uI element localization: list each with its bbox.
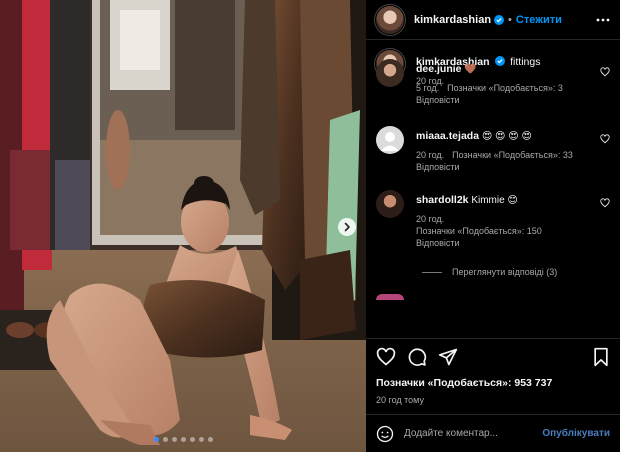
comment-text: 🤎 [464,64,477,75]
chevron-right-icon [344,222,350,232]
reply-button[interactable]: Відповісти [416,95,460,105]
comment-text: Kimmie 😊 [471,195,518,206]
comment-likes[interactable]: Позначки «Подобається»: 3 [447,83,563,93]
author-avatar[interactable] [376,5,404,34]
view-replies-button[interactable]: Переглянути відповіді (3) [422,267,557,277]
comment-meta: 20 год. Позначки «Подобається»: 33 Відпов… [416,149,590,173]
header-separator: • [508,13,512,26]
default-avatar-icon [381,132,399,151]
emoji-icon[interactable] [376,425,394,443]
reply-button[interactable]: Відповісти [416,238,460,248]
post-header: kimkardashian • Стежити [366,0,620,40]
post-actions: Позначки «Подобається»: 953 737 20 год т… [366,338,620,405]
carousel-dot [207,437,213,442]
comment-input[interactable] [404,428,543,439]
comment-time: 20 год. [416,214,445,224]
next-commenter-avatar [376,294,404,300]
heart-icon[interactable] [600,134,610,144]
carousel-dot [171,437,177,442]
publish-button[interactable]: Опублікувати [542,428,610,439]
post-timestamp: 20 год тому [376,395,424,405]
comment-icon[interactable] [407,347,427,367]
follow-button[interactable]: Стежити [516,14,562,26]
comment-likes[interactable]: Позначки «Подобається»: 150 [416,226,542,236]
likes-count[interactable]: Позначки «Подобається»: 953 737 [376,377,610,389]
carousel-dot [189,437,195,442]
comment-line: dee.junie 🤎 [416,63,590,76]
comment-line: shardoll2k Kimmie 😊 [416,194,590,207]
more-icon[interactable] [596,13,610,27]
heart-icon[interactable] [600,67,610,77]
replies-divider [422,271,442,273]
carousel-indicator [0,437,366,442]
commenter-avatar[interactable] [376,190,404,218]
comment-body: dee.junie 🤎 5 год. Позначки «Подобається»… [416,59,610,106]
post-details-panel: kimkardashian • Стежити kimkardashian fi… [366,0,620,452]
comment-likes[interactable]: Позначки «Подобається»: 33 [452,150,573,160]
author-username[interactable]: kimkardashian [414,14,491,26]
comment-meta: 5 год. Позначки «Подобається»: 3 Відповіс… [416,82,590,106]
commenter-avatar[interactable] [376,59,404,87]
heart-icon[interactable] [376,347,396,367]
share-icon[interactable] [438,347,458,367]
comment-username[interactable]: dee.junie [416,63,462,75]
next-slide-button[interactable] [338,218,356,236]
bookmark-icon[interactable] [592,347,610,367]
comment-line: miaaa.tejada 😍 😍 😍 😍 [416,130,590,143]
heart-icon[interactable] [600,198,610,208]
commenter-avatar[interactable] [376,126,404,154]
comment-time: 5 год. [416,83,440,93]
photo-illustration [0,0,366,452]
comment-username[interactable]: shardoll2k [416,194,469,206]
comment-username[interactable]: miaaa.tejada [416,130,479,142]
carousel-dot [162,437,168,442]
carousel-dot [198,437,204,442]
comment-time: 20 год. [416,150,445,160]
comment-item: shardoll2k Kimmie 😊 20 год. Позначки «По… [376,190,610,249]
carousel-dot [153,437,159,442]
comment-item: miaaa.tejada 😍 😍 😍 😍 20 год. Позначки «По… [376,126,610,173]
view-replies-label: Переглянути відповіді (3) [452,267,558,277]
comment-item: dee.junie 🤎 5 год. Позначки «Подобається»… [376,59,610,106]
comment-text: 😍 😍 😍 😍 [481,131,532,142]
add-comment-bar: Опублікувати [366,414,620,452]
post-photo[interactable] [0,0,366,452]
post-modal: kimkardashian • Стежити kimkardashian fi… [0,0,620,452]
comment-meta: 20 год. Позначки «Подобається»: 150 Відп… [416,213,590,249]
reply-button[interactable]: Відповісти [416,162,460,172]
comment-body: miaaa.tejada 😍 😍 😍 😍 20 год. Позначки «По… [416,126,610,173]
comment-body: shardoll2k Kimmie 😊 20 год. Позначки «По… [416,190,610,249]
carousel-dot [180,437,186,442]
action-icons [376,347,610,367]
verified-icon [494,14,505,25]
